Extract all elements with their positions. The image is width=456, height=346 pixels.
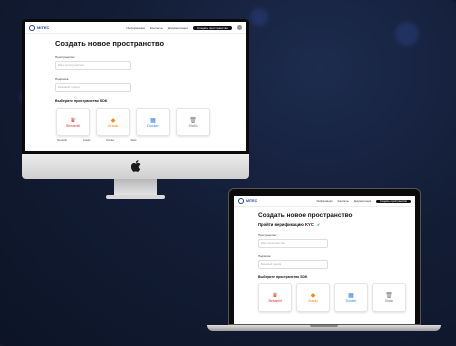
sdk-card-list: ♛ Streamlit ◆ Gradio ▦ Docker 🗑 Static	[56, 108, 246, 136]
sdk-section-label: Выберите пространство SDK	[55, 99, 108, 103]
logo-icon	[29, 24, 35, 31]
plan-input[interactable]: Базовый тариф	[258, 260, 328, 269]
sdk-card-static[interactable]: 🗑 Static	[372, 283, 406, 312]
logo[interactable]: MITEC	[29, 24, 50, 31]
apple-logo-icon	[129, 160, 142, 173]
streamlit-icon: ♛	[272, 293, 278, 299]
logo-text: MITEC	[246, 199, 258, 203]
card-label: Streamlit	[268, 299, 282, 303]
logo[interactable]: MITEC	[238, 198, 257, 204]
nav-link-contacts[interactable]: Контакты	[150, 26, 163, 30]
nav-links: Информация Контакты Документация Создать…	[317, 199, 411, 203]
sdk-section-label: Выберите пространство SDK	[258, 275, 308, 279]
page-title: Создать новое пространство	[55, 39, 165, 48]
imac-stand	[114, 179, 157, 196]
kyc-label: Пройти верификацию KYC	[258, 222, 314, 227]
nav-link-docs[interactable]: Документация	[354, 200, 371, 203]
trash-icon: 🗑	[189, 117, 197, 124]
card-label: Docker	[147, 123, 159, 128]
gradio-icon: ◆	[110, 117, 116, 124]
sdk-card-list: ♛ Streamlit ◆ Gradio ▦ Docker 🗑 Static	[258, 283, 415, 312]
imac-screen: MITEC Информация Контакты Документация С…	[25, 22, 246, 151]
plan-label: Подписка	[258, 254, 271, 258]
plan-input[interactable]: Базовый тариф	[55, 83, 131, 92]
sdk-card-docker[interactable]: ▦ Docker	[334, 283, 368, 312]
card-caption: Docker	[106, 139, 115, 142]
card-caption: Static	[130, 139, 137, 142]
plan-label: Подписка	[55, 77, 69, 81]
docker-icon: ▦	[150, 117, 156, 124]
bokeh-light	[395, 22, 419, 46]
space-input[interactable]: Имя пространства	[258, 239, 328, 248]
streamlit-icon: ♛	[70, 117, 76, 124]
gradio-icon: ◆	[310, 293, 316, 299]
nav-link-info[interactable]: Информация	[317, 200, 333, 203]
imac-stand-foot	[106, 195, 165, 199]
nav-link-contacts[interactable]: Контакты	[338, 200, 349, 203]
card-captions: Streamlit Gradio Docker Static	[57, 139, 246, 142]
docker-icon: ▦	[348, 293, 354, 299]
space-label: Пространство	[55, 55, 75, 59]
background: MITEC Информация Контакты Документация С…	[0, 0, 456, 346]
top-nav: MITEC Информация Контакты Документация С…	[25, 22, 246, 34]
imac-bezel: MITEC Информация Контакты Документация С…	[22, 19, 249, 154]
logo-icon	[238, 198, 244, 204]
create-space-button[interactable]: Создать пространство	[192, 25, 232, 30]
kyc-status[interactable]: Пройти верификацию KYC ✔	[258, 222, 415, 227]
nav-links: Информация Контакты Документация Создать…	[127, 25, 242, 30]
page-title: Создать новое пространство	[258, 212, 353, 219]
card-label: Static	[188, 123, 198, 128]
sdk-card-gradio[interactable]: ◆ Gradio	[96, 108, 130, 136]
bokeh-light	[250, 8, 268, 26]
space-input[interactable]: Имя пространства	[55, 61, 131, 70]
create-space-button[interactable]: Создать пространство	[376, 199, 411, 203]
sdk-card-streamlit[interactable]: ♛ Streamlit	[56, 108, 90, 136]
sdk-card-streamlit[interactable]: ♛ Streamlit	[258, 283, 292, 312]
card-label: Docker	[345, 299, 357, 303]
macbook-notch	[310, 325, 338, 327]
sdk-card-gradio[interactable]: ◆ Gradio	[296, 283, 330, 312]
imac-device: MITEC Информация Контакты Документация С…	[22, 19, 249, 199]
card-caption: Gradio	[82, 139, 91, 142]
card-caption: Streamlit	[57, 139, 67, 142]
sdk-card-static[interactable]: 🗑 Static	[176, 108, 210, 136]
macbook-device: MITEC Информация Контакты Документация С…	[207, 188, 441, 334]
macbook-screen: MITEC Информация Контакты Документация С…	[234, 196, 415, 324]
nav-link-info[interactable]: Информация	[127, 26, 145, 30]
check-icon: ✔	[316, 222, 321, 227]
card-label: Streamlit	[65, 123, 81, 128]
avatar[interactable]	[237, 25, 242, 30]
logo-text: MITEC	[37, 25, 50, 30]
card-label: Static	[384, 299, 394, 303]
nav-link-docs[interactable]: Документация	[168, 26, 188, 30]
trash-icon: 🗑	[385, 293, 393, 299]
space-label: Пространство	[258, 233, 277, 237]
sdk-card-docker[interactable]: ▦ Docker	[136, 108, 170, 136]
card-label: Gradio	[307, 299, 319, 303]
card-label: Gradio	[107, 123, 119, 128]
top-nav: MITEC Информация Контакты Документация С…	[234, 196, 415, 207]
